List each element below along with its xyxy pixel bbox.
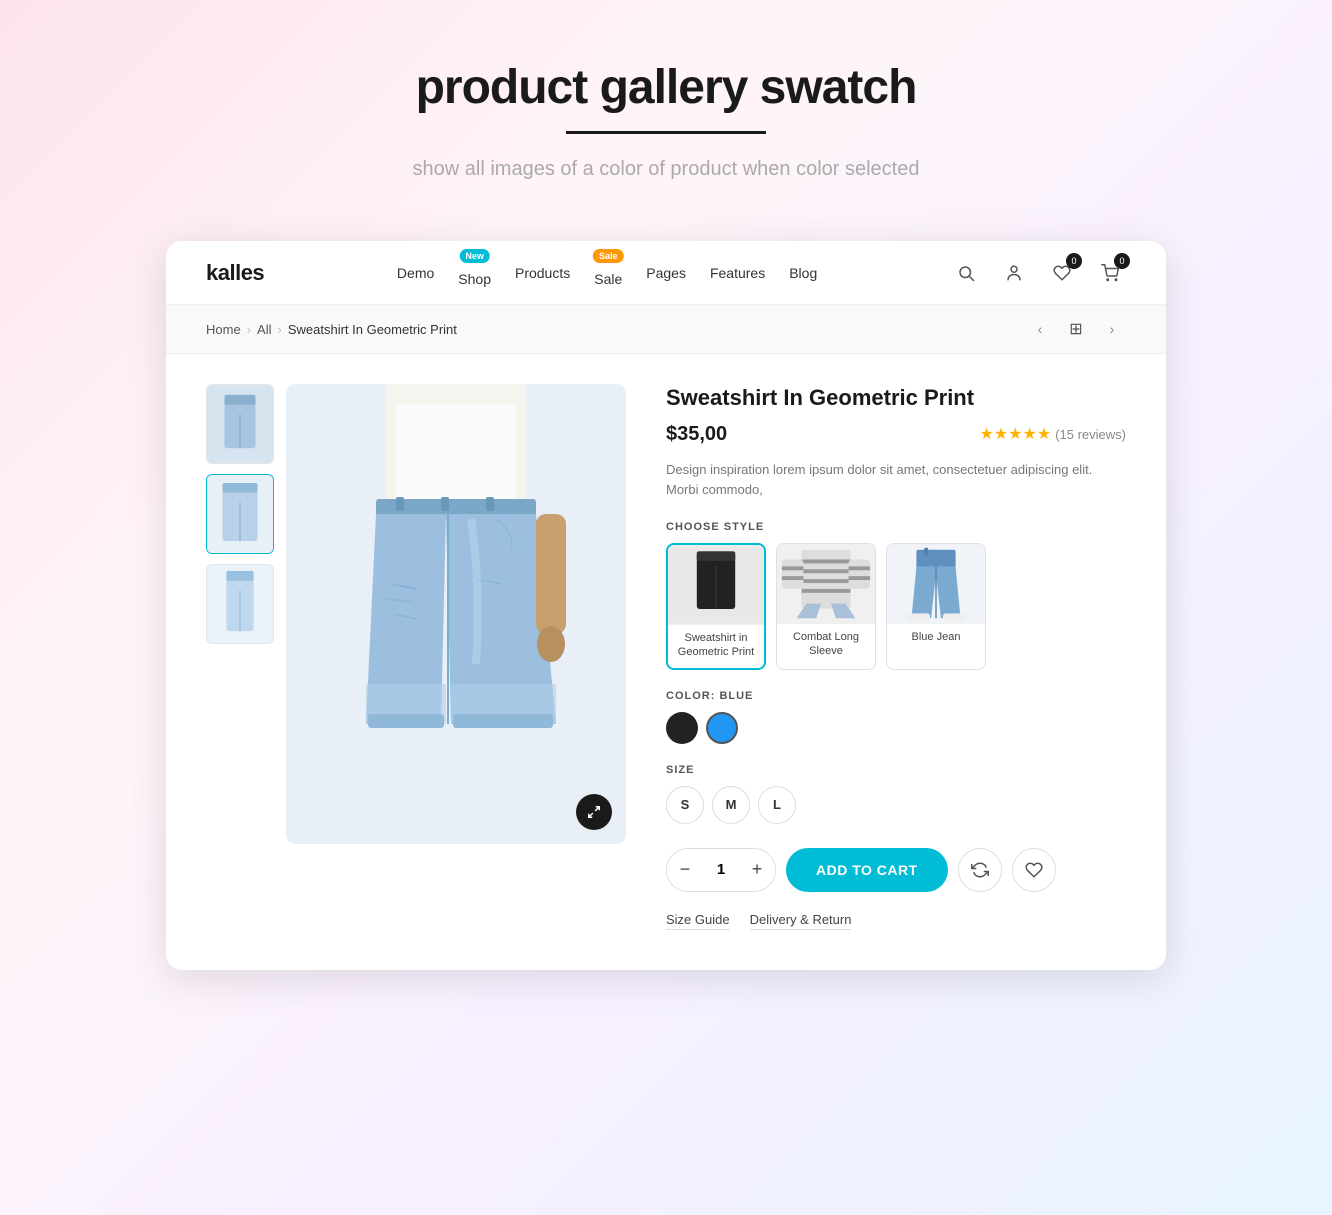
cart-icon-button[interactable]: 0: [1094, 257, 1126, 289]
star-rating: ★★★★★: [979, 424, 1051, 444]
style-swatch-label-1: Sweatshirt in Geometric Print: [668, 625, 764, 660]
style-swatch-img-3: [887, 544, 985, 624]
delivery-return-link[interactable]: Delivery & Return: [750, 912, 852, 930]
size-guide-link[interactable]: Size Guide: [666, 912, 730, 930]
product-description: Design inspiration lorem ipsum dolor sit…: [666, 460, 1126, 502]
color-swatch-blue[interactable]: [706, 712, 738, 744]
nav-label-pages: Pages: [646, 265, 686, 281]
product-info: Sweatshirt In Geometric Print $35,00 ★★★…: [666, 384, 1126, 930]
breadcrumb-prev-button[interactable]: ‹: [1026, 315, 1054, 343]
cart-row: − + ADD TO CART: [666, 848, 1126, 892]
nav-item-products[interactable]: Products: [515, 265, 570, 281]
style-swatch-label-3: Blue Jean: [887, 624, 985, 644]
breadcrumb-nav: ‹ ⊞ ›: [1026, 315, 1126, 343]
wishlist-button[interactable]: [1012, 848, 1056, 892]
nav-label-features: Features: [710, 265, 765, 281]
color-swatch-black[interactable]: [666, 712, 698, 744]
quantity-increase-button[interactable]: +: [739, 848, 775, 892]
product-pricing-row: $35,00 ★★★★★ (15 reviews): [666, 423, 1126, 446]
nav-badge-sale: Sale: [593, 249, 624, 263]
size-section-label: SIZE: [666, 764, 1126, 776]
account-icon-button[interactable]: [998, 257, 1030, 289]
search-icon-button[interactable]: [950, 257, 982, 289]
hero-subtitle: show all images of a color of product wh…: [413, 158, 920, 181]
nav-item-demo[interactable]: Demo: [397, 265, 434, 281]
breadcrumb-grid-button[interactable]: ⊞: [1062, 315, 1090, 343]
add-to-cart-button[interactable]: ADD TO CART: [786, 848, 948, 892]
breadcrumb-current: Sweatshirt In Geometric Print: [288, 322, 457, 337]
style-swatch-label-2: Combat Long Sleeve: [777, 624, 875, 659]
product-footer-links: Size Guide Delivery & Return: [666, 912, 1126, 930]
wishlist-count: 0: [1066, 253, 1082, 269]
nav-badge-new: New: [459, 249, 490, 263]
thumbnail-3[interactable]: [206, 564, 274, 644]
thumbnail-1[interactable]: [206, 384, 274, 464]
breadcrumb-home[interactable]: Home: [206, 322, 241, 337]
nav-label-demo: Demo: [397, 265, 434, 281]
nav-item-sale[interactable]: Sale Sale: [594, 259, 622, 287]
style-swatch-img-2: [777, 544, 875, 624]
breadcrumb: Home › All › Sweatshirt In Geometric Pri…: [206, 322, 457, 337]
style-swatches: Sweatshirt in Geometric Print: [666, 543, 1126, 670]
breadcrumb-all[interactable]: All: [257, 322, 271, 337]
style-swatch-3[interactable]: Blue Jean: [886, 543, 986, 670]
quantity-decrease-button[interactable]: −: [667, 848, 703, 892]
style-swatch-img-1: [668, 545, 764, 625]
nav-icons: 0 0: [950, 257, 1126, 289]
store-nav: kalles Demo New Shop Products Sale Sale …: [166, 241, 1166, 305]
wishlist-icon-button[interactable]: 0: [1046, 257, 1078, 289]
size-selector: S M L: [666, 786, 1126, 824]
thumbnail-list: [206, 384, 274, 930]
quantity-control: − +: [666, 848, 776, 892]
breadcrumb-next-button[interactable]: ›: [1098, 315, 1126, 343]
nav-item-pages[interactable]: Pages: [646, 265, 686, 281]
product-price: $35,00: [666, 423, 727, 446]
product-rating: ★★★★★ (15 reviews): [979, 424, 1126, 444]
expand-image-button[interactable]: [576, 794, 612, 830]
product-gallery: [206, 384, 626, 930]
nav-item-shop[interactable]: New Shop: [458, 259, 491, 287]
product-area: Sweatshirt In Geometric Print $35,00 ★★★…: [166, 354, 1166, 970]
page-header: product gallery swatch show all images o…: [413, 40, 920, 201]
nav-label-blog: Blog: [789, 265, 817, 281]
size-m-button[interactable]: M: [712, 786, 750, 824]
store-logo[interactable]: kalles: [206, 260, 264, 286]
compare-button[interactable]: [958, 848, 1002, 892]
style-section-label: CHOOSE STYLE: [666, 521, 1126, 533]
main-product-image: [286, 384, 626, 844]
nav-links: Demo New Shop Products Sale Sale Pages F…: [397, 259, 817, 287]
cart-count: 0: [1114, 253, 1130, 269]
hero-title: product gallery swatch: [413, 60, 920, 115]
nav-item-features[interactable]: Features: [710, 265, 765, 281]
quantity-input[interactable]: [703, 861, 739, 878]
breadcrumb-bar: Home › All › Sweatshirt In Geometric Pri…: [166, 305, 1166, 354]
nav-label-shop: Shop: [458, 271, 491, 287]
size-s-button[interactable]: S: [666, 786, 704, 824]
review-count: (15 reviews): [1055, 427, 1126, 442]
size-l-button[interactable]: L: [758, 786, 796, 824]
style-swatch-2[interactable]: Combat Long Sleeve: [776, 543, 876, 670]
nav-label-products: Products: [515, 265, 570, 281]
color-section-label: COLOR: BLUE: [666, 690, 1126, 702]
header-underline: [566, 131, 766, 134]
color-swatches: [666, 712, 1126, 744]
nav-label-sale: Sale: [594, 271, 622, 287]
style-swatch-1[interactable]: Sweatshirt in Geometric Print: [666, 543, 766, 670]
product-title: Sweatshirt In Geometric Print: [666, 384, 1126, 413]
store-window: kalles Demo New Shop Products Sale Sale …: [166, 241, 1166, 970]
breadcrumb-sep2: ›: [277, 322, 281, 337]
nav-item-blog[interactable]: Blog: [789, 265, 817, 281]
thumbnail-2[interactable]: [206, 474, 274, 554]
breadcrumb-sep1: ›: [247, 322, 251, 337]
